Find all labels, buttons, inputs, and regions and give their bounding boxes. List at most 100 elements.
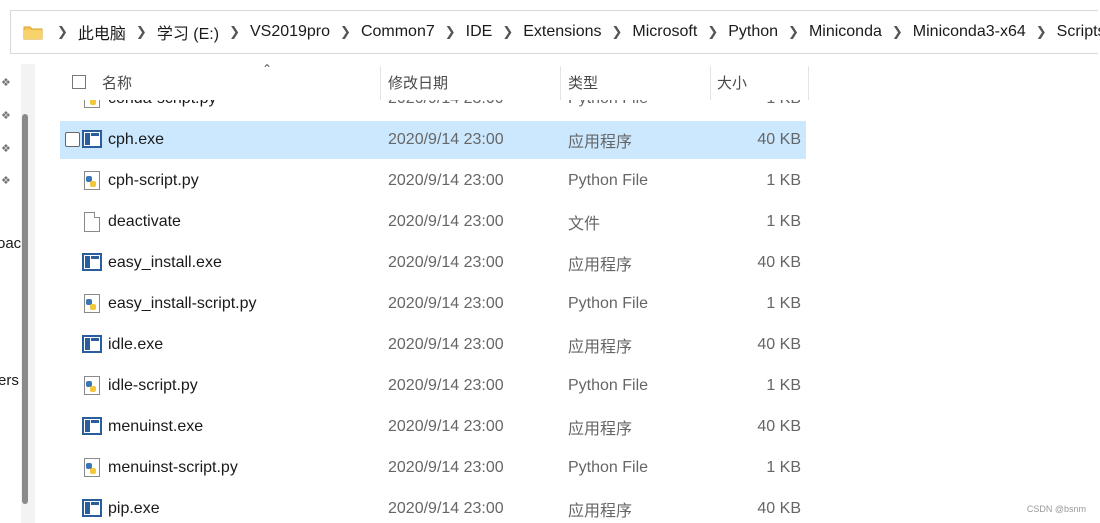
column-date[interactable]: 修改日期 xyxy=(388,64,560,100)
file-date: 2020/9/14 23:00 xyxy=(388,459,504,476)
file-row[interactable]: menuinst-script.py 2020/9/14 23:00 Python … xyxy=(60,449,806,487)
file-name: cph-script.py xyxy=(108,172,199,189)
address-bar[interactable]: ❯ 此电脑 ❯ 学习 (E:) ❯ VS2019pro ❯ Common7 ❯ IDE ❯ Exte… xyxy=(10,10,1100,54)
column-type[interactable]: 类型 xyxy=(568,64,710,100)
breadcrumb-item[interactable]: Common7 xyxy=(361,23,435,41)
file-list: conda-script.py 2020/9/14 23:00 Python Fil… xyxy=(0,100,1100,523)
exe-icon xyxy=(82,130,102,150)
file-name: easy_install-script.py xyxy=(108,295,257,312)
breadcrumb-item[interactable]: Miniconda3-x64 xyxy=(913,23,1026,41)
breadcrumb-item[interactable]: 学习 (E:) xyxy=(157,20,219,44)
exe-icon xyxy=(82,253,102,273)
file-type: 应用程序 xyxy=(568,257,633,274)
file-row[interactable]: easy_install-script.py 2020/9/14 23:00 Pyt… xyxy=(60,285,806,323)
file-date: 2020/9/14 23:00 xyxy=(388,500,504,517)
breadcrumb-item[interactable]: Python xyxy=(728,23,778,41)
file-date: 2020/9/14 23:00 xyxy=(388,131,504,148)
sort-ascending-icon: ⌃ xyxy=(262,62,273,76)
file-type: Python File xyxy=(568,459,649,476)
file-size: 1 KB xyxy=(766,213,801,230)
chevron-right-icon[interactable]: ❯ xyxy=(788,24,799,40)
file-name: easy_install.exe xyxy=(108,254,222,271)
select-all-checkbox[interactable] xyxy=(72,64,86,100)
file-size: 1 KB xyxy=(766,295,801,312)
exe-icon xyxy=(82,499,102,519)
chevron-right-icon[interactable]: ❯ xyxy=(229,24,240,40)
file-row[interactable]: deactivate 2020/9/14 23:00 文件 1 KB xyxy=(60,203,806,241)
checkbox[interactable] xyxy=(72,75,86,89)
breadcrumb-item[interactable]: Scripts xyxy=(1057,23,1100,41)
file-type: 文件 xyxy=(568,216,601,233)
chevron-right-icon[interactable]: ❯ xyxy=(57,24,68,40)
file-size: 40 KB xyxy=(757,500,801,517)
file-row[interactable]: idle.exe 2020/9/14 23:00 应用程序 40 KB xyxy=(60,326,806,364)
file-type: 应用程序 xyxy=(568,339,633,356)
file-size: 40 KB xyxy=(757,254,801,271)
file-name: idle-script.py xyxy=(108,377,198,394)
breadcrumb-item[interactable]: 此电脑 xyxy=(78,20,126,44)
file-date: 2020/9/14 23:00 xyxy=(388,418,504,435)
file-row[interactable]: idle-script.py 2020/9/14 23:00 Python File… xyxy=(60,367,806,405)
row-checkbox[interactable] xyxy=(65,132,80,147)
file-name: idle.exe xyxy=(108,336,164,353)
file-date: 2020/9/14 23:00 xyxy=(388,295,504,312)
file-row[interactable]: conda-script.py 2020/9/14 23:00 Python Fil… xyxy=(60,100,806,118)
file-icon xyxy=(82,212,102,232)
file-size: 1 KB xyxy=(766,459,801,476)
file-row[interactable]: cph.exe 2020/9/14 23:00 应用程序 40 KB xyxy=(60,121,806,159)
file-name: menuinst.exe xyxy=(108,418,204,435)
python-file-icon xyxy=(82,458,102,478)
chevron-right-icon[interactable]: ❯ xyxy=(892,24,903,40)
column-size-label: 大小 xyxy=(717,74,748,92)
breadcrumb-item[interactable]: Miniconda xyxy=(809,23,882,41)
python-file-icon xyxy=(82,376,102,396)
python-file-icon xyxy=(82,294,102,314)
chevron-right-icon[interactable]: ❯ xyxy=(502,24,513,40)
file-row[interactable]: easy_install.exe 2020/9/14 23:00 应用程序 40 KB xyxy=(60,244,806,282)
file-date: 2020/9/14 23:00 xyxy=(388,100,504,108)
chevron-right-icon[interactable]: ❯ xyxy=(340,24,351,40)
watermark: CSDN @bsnm xyxy=(1026,504,1086,514)
file-date: 2020/9/14 23:00 xyxy=(388,172,504,189)
column-size[interactable]: 大小 xyxy=(717,64,807,100)
column-name-label: 名称 xyxy=(102,74,133,92)
python-file-icon xyxy=(82,171,102,191)
file-name: cph.exe xyxy=(108,131,165,148)
file-date: 2020/9/14 23:00 xyxy=(388,377,504,394)
chevron-right-icon[interactable]: ❯ xyxy=(1036,24,1047,40)
chevron-right-icon[interactable]: ❯ xyxy=(707,24,718,40)
file-size: 40 KB xyxy=(757,131,801,148)
breadcrumb: 此电脑 ❯ 学习 (E:) ❯ VS2019pro ❯ Common7 ❯ IDE ❯ Extens… xyxy=(78,20,1100,44)
breadcrumb-item[interactable]: Extensions xyxy=(523,23,601,41)
file-type: 应用程序 xyxy=(568,134,633,151)
breadcrumb-item[interactable]: Microsoft xyxy=(632,23,697,41)
file-row[interactable]: cph-script.py 2020/9/14 23:00 Python File 1… xyxy=(60,162,806,200)
file-type: Python File xyxy=(568,295,649,312)
file-date: 2020/9/14 23:00 xyxy=(388,213,504,230)
file-name: conda-script.py xyxy=(108,100,217,108)
folder-icon xyxy=(23,24,43,40)
file-type: 应用程序 xyxy=(568,503,633,520)
file-size: 40 KB xyxy=(757,418,801,435)
chevron-right-icon[interactable]: ❯ xyxy=(612,24,623,40)
file-type: Python File xyxy=(568,172,649,189)
chevron-right-icon[interactable]: ❯ xyxy=(445,24,456,40)
file-row[interactable]: pip.exe 2020/9/14 23:00 应用程序 40 KB xyxy=(60,490,806,523)
column-name[interactable]: 名称 ⌃ xyxy=(102,62,380,100)
file-date: 2020/9/14 23:00 xyxy=(388,336,504,353)
file-size: 40 KB xyxy=(757,336,801,353)
exe-icon xyxy=(82,335,102,355)
breadcrumb-item[interactable]: IDE xyxy=(466,23,493,41)
chevron-right-icon[interactable]: ❯ xyxy=(136,24,147,40)
file-type: 应用程序 xyxy=(568,421,633,438)
file-row[interactable]: menuinst.exe 2020/9/14 23:00 应用程序 40 KB xyxy=(60,408,806,446)
pin-icon: ❖ xyxy=(1,77,11,89)
column-header: 名称 ⌃ 修改日期 类型 大小 xyxy=(60,62,810,100)
file-size: 1 KB xyxy=(766,377,801,394)
exe-icon xyxy=(82,417,102,437)
file-name: menuinst-script.py xyxy=(108,459,238,476)
file-size: 1 KB xyxy=(766,172,801,189)
breadcrumb-item[interactable]: VS2019pro xyxy=(250,23,330,41)
file-date: 2020/9/14 23:00 xyxy=(388,254,504,271)
file-type: Python File xyxy=(568,377,649,394)
